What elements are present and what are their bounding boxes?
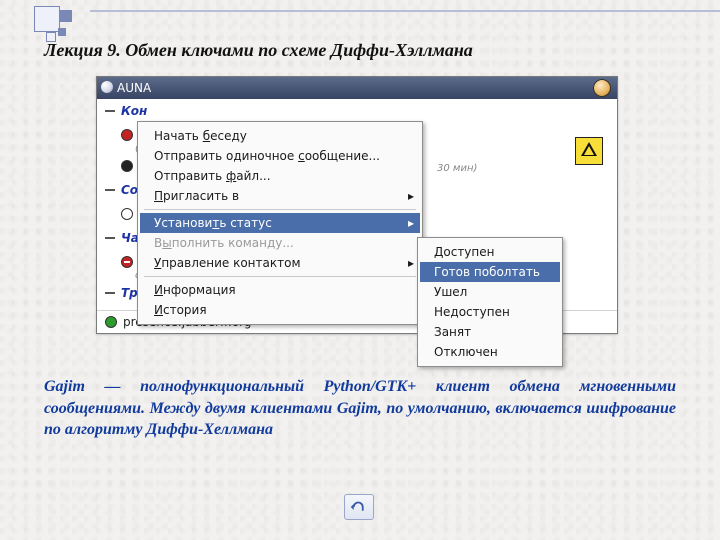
idle-hint: 30 мин) — [437, 163, 477, 174]
status-offline-icon — [121, 160, 133, 172]
chevron-right-icon: ▸ — [408, 216, 414, 230]
menu-invite-to[interactable]: Пригласить в ▸ — [140, 186, 420, 206]
slide-title: Лекция 9. Обмен ключами по схеме Диффи-Х… — [44, 40, 473, 61]
warning-sign-icon — [575, 137, 603, 165]
roster-group[interactable]: Кон — [97, 99, 617, 123]
collapse-icon[interactable] — [105, 110, 115, 112]
chevron-right-icon: ▸ — [408, 189, 414, 203]
status-available[interactable]: Доступен — [420, 242, 560, 262]
menu-manage-contact[interactable]: Управление контактом ▸ — [140, 253, 420, 273]
window-sysmenu-icon[interactable] — [101, 81, 113, 93]
contact-context-menu: Начать беседу Отправить одиночное сообще… — [137, 121, 423, 325]
menu-separator — [144, 209, 416, 210]
status-submenu: Доступен Готов поболтать Ушел Недоступен… — [417, 237, 563, 367]
menu-set-status[interactable]: Установить статус ▸ — [140, 213, 420, 233]
roster-panel: Кон ksa (Авт ere Собе svic Чат — [97, 99, 617, 333]
status-dnd-icon — [121, 256, 133, 268]
status-offline[interactable]: Отключен — [420, 342, 560, 362]
window-titlebar[interactable]: AUNA — [97, 77, 617, 99]
collapse-icon[interactable] — [105, 189, 115, 191]
menu-history[interactable]: История — [140, 300, 420, 320]
collapse-icon[interactable] — [105, 237, 115, 239]
status-online-icon — [105, 316, 117, 328]
slide-top-rule — [90, 10, 720, 12]
status-away[interactable]: Ушел — [420, 282, 560, 302]
window-title: AUNA — [117, 81, 151, 95]
u-turn-left-icon — [350, 500, 368, 514]
status-xa[interactable]: Недоступен — [420, 302, 560, 322]
menu-send-file[interactable]: Отправить файл... — [140, 166, 420, 186]
gajim-mascot-icon — [593, 79, 611, 97]
menu-start-chat[interactable]: Начать беседу — [140, 126, 420, 146]
status-dnd[interactable]: Занят — [420, 322, 560, 342]
return-button[interactable] — [344, 494, 374, 520]
gajim-window: AUNA Кон ksa (Авт ere Собе svic — [96, 76, 618, 334]
menu-information[interactable]: Информация — [140, 280, 420, 300]
status-chat-icon — [121, 208, 133, 220]
collapse-icon[interactable] — [105, 292, 115, 294]
menu-separator — [144, 276, 416, 277]
status-free-for-chat[interactable]: Готов поболтать — [420, 262, 560, 282]
status-busy-icon — [121, 129, 133, 141]
menu-execute-command: Выполнить команду... — [140, 233, 420, 253]
chevron-right-icon: ▸ — [408, 256, 414, 270]
slide-caption: Gajim — полнофункциональный Python/GTK+ … — [44, 376, 676, 441]
menu-send-single-message[interactable]: Отправить одиночное сообщение... — [140, 146, 420, 166]
